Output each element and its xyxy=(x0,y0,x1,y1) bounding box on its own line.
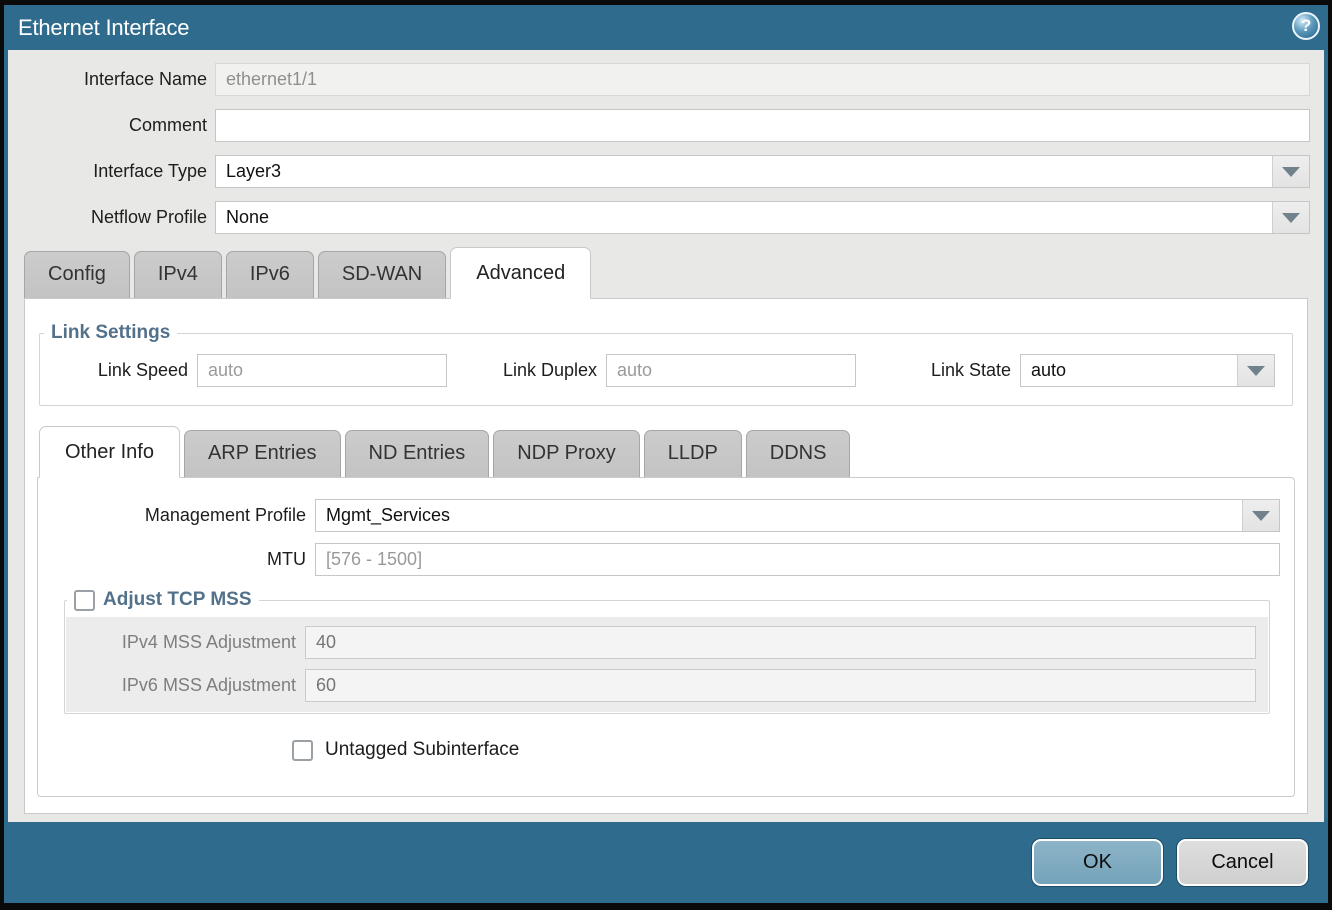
interface-name-label: Interface Name xyxy=(22,69,207,90)
adjust-tcp-mss-legend-text: Adjust TCP MSS xyxy=(103,589,252,611)
tab-lldp[interactable]: LLDP xyxy=(644,430,742,477)
tab-ipv6[interactable]: IPv6 xyxy=(226,251,314,298)
management-profile-value[interactable] xyxy=(316,500,1242,531)
interface-name-input xyxy=(215,63,1310,96)
untagged-subinterface-checkbox[interactable] xyxy=(292,740,313,761)
cancel-button[interactable]: Cancel xyxy=(1177,839,1308,886)
interface-type-row: Interface Type xyxy=(22,155,1310,188)
sub-tab-bar: Other Info ARP Entries ND Entries NDP Pr… xyxy=(37,426,1295,477)
tab-ndp-proxy[interactable]: NDP Proxy xyxy=(493,430,640,477)
chevron-down-icon xyxy=(1282,167,1300,177)
ipv6-mss-row: IPv6 MSS Adjustment xyxy=(66,669,1256,702)
tab-config[interactable]: Config xyxy=(24,251,130,298)
link-state-dropdown-button[interactable] xyxy=(1237,355,1274,386)
netflow-profile-dropdown-button[interactable] xyxy=(1272,202,1309,233)
link-settings-legend: Link Settings xyxy=(44,322,177,344)
tab-other-info[interactable]: Other Info xyxy=(39,426,180,478)
management-profile-dropdown[interactable] xyxy=(315,499,1280,532)
mtu-row: MTU xyxy=(38,543,1280,576)
link-settings-fieldset: Link Settings Link Speed Link Duplex Lin… xyxy=(39,322,1293,406)
interface-type-label: Interface Type xyxy=(22,161,207,182)
interface-name-row: Interface Name xyxy=(22,63,1310,96)
comment-input[interactable] xyxy=(215,109,1310,142)
mtu-input[interactable] xyxy=(315,543,1280,576)
link-speed-input[interactable] xyxy=(197,354,447,387)
management-profile-dropdown-button[interactable] xyxy=(1242,500,1279,531)
untagged-subinterface-label: Untagged Subinterface xyxy=(325,739,519,761)
tab-nd-entries[interactable]: ND Entries xyxy=(345,430,490,477)
interface-type-dropdown-button[interactable] xyxy=(1272,156,1309,187)
adjust-tcp-mss-fieldset: Adjust TCP MSS IPv4 MSS Adjustment IPv6 … xyxy=(64,589,1270,714)
ipv4-mss-input xyxy=(305,626,1256,659)
untagged-subinterface-row: Untagged Subinterface xyxy=(292,739,1280,761)
management-profile-label: Management Profile xyxy=(38,505,306,526)
link-state-value[interactable] xyxy=(1021,355,1237,386)
chevron-down-icon xyxy=(1252,511,1270,521)
tab-advanced[interactable]: Advanced xyxy=(450,247,591,299)
link-speed-label: Link Speed xyxy=(40,360,188,381)
netflow-profile-label: Netflow Profile xyxy=(22,207,207,228)
interface-type-dropdown[interactable] xyxy=(215,155,1310,188)
ipv6-mss-label: IPv6 MSS Adjustment xyxy=(66,675,296,696)
link-duplex-label: Link Duplex xyxy=(447,360,597,381)
chevron-down-icon xyxy=(1247,366,1265,376)
link-state-dropdown[interactable] xyxy=(1020,354,1275,387)
ethernet-interface-dialog: Ethernet Interface ? Interface Name Comm… xyxy=(0,0,1332,910)
link-state-label: Link State xyxy=(856,360,1011,381)
netflow-profile-row: Netflow Profile xyxy=(22,201,1310,234)
tab-ipv4[interactable]: IPv4 xyxy=(134,251,222,298)
ipv6-mss-input xyxy=(305,669,1256,702)
tab-arp-entries[interactable]: ARP Entries xyxy=(184,430,341,477)
adjust-tcp-mss-legend: Adjust TCP MSS xyxy=(67,589,259,611)
dialog-titlebar: Ethernet Interface ? xyxy=(4,5,1328,50)
other-info-panel: Management Profile MTU Adjust xyxy=(37,477,1295,797)
link-settings-row: Link Speed Link Duplex Link State xyxy=(40,354,1292,387)
management-profile-row: Management Profile xyxy=(38,499,1280,532)
ipv4-mss-row: IPv4 MSS Adjustment xyxy=(66,626,1256,659)
ok-button[interactable]: OK xyxy=(1032,839,1163,886)
netflow-profile-dropdown[interactable] xyxy=(215,201,1310,234)
link-duplex-input[interactable] xyxy=(606,354,856,387)
dialog-footer: OK Cancel xyxy=(4,822,1328,903)
advanced-tab-panel: Link Settings Link Speed Link Duplex Lin… xyxy=(24,298,1308,814)
help-icon[interactable]: ? xyxy=(1292,12,1320,40)
ipv4-mss-label: IPv4 MSS Adjustment xyxy=(66,632,296,653)
mss-disabled-panel: IPv4 MSS Adjustment IPv6 MSS Adjustment xyxy=(66,617,1268,712)
tab-sdwan[interactable]: SD-WAN xyxy=(318,251,446,298)
main-tab-bar: Config IPv4 IPv6 SD-WAN Advanced xyxy=(8,247,1324,298)
adjust-tcp-mss-checkbox[interactable] xyxy=(74,590,95,611)
comment-row: Comment xyxy=(22,109,1310,142)
interface-type-value[interactable] xyxy=(216,156,1272,187)
dialog-body: Interface Name Comment Interface Type Ne… xyxy=(8,50,1324,822)
dialog-title: Ethernet Interface xyxy=(18,15,189,41)
chevron-down-icon xyxy=(1282,213,1300,223)
netflow-profile-value[interactable] xyxy=(216,202,1272,233)
tab-ddns[interactable]: DDNS xyxy=(746,430,851,477)
mtu-label: MTU xyxy=(38,549,306,570)
comment-label: Comment xyxy=(22,115,207,136)
